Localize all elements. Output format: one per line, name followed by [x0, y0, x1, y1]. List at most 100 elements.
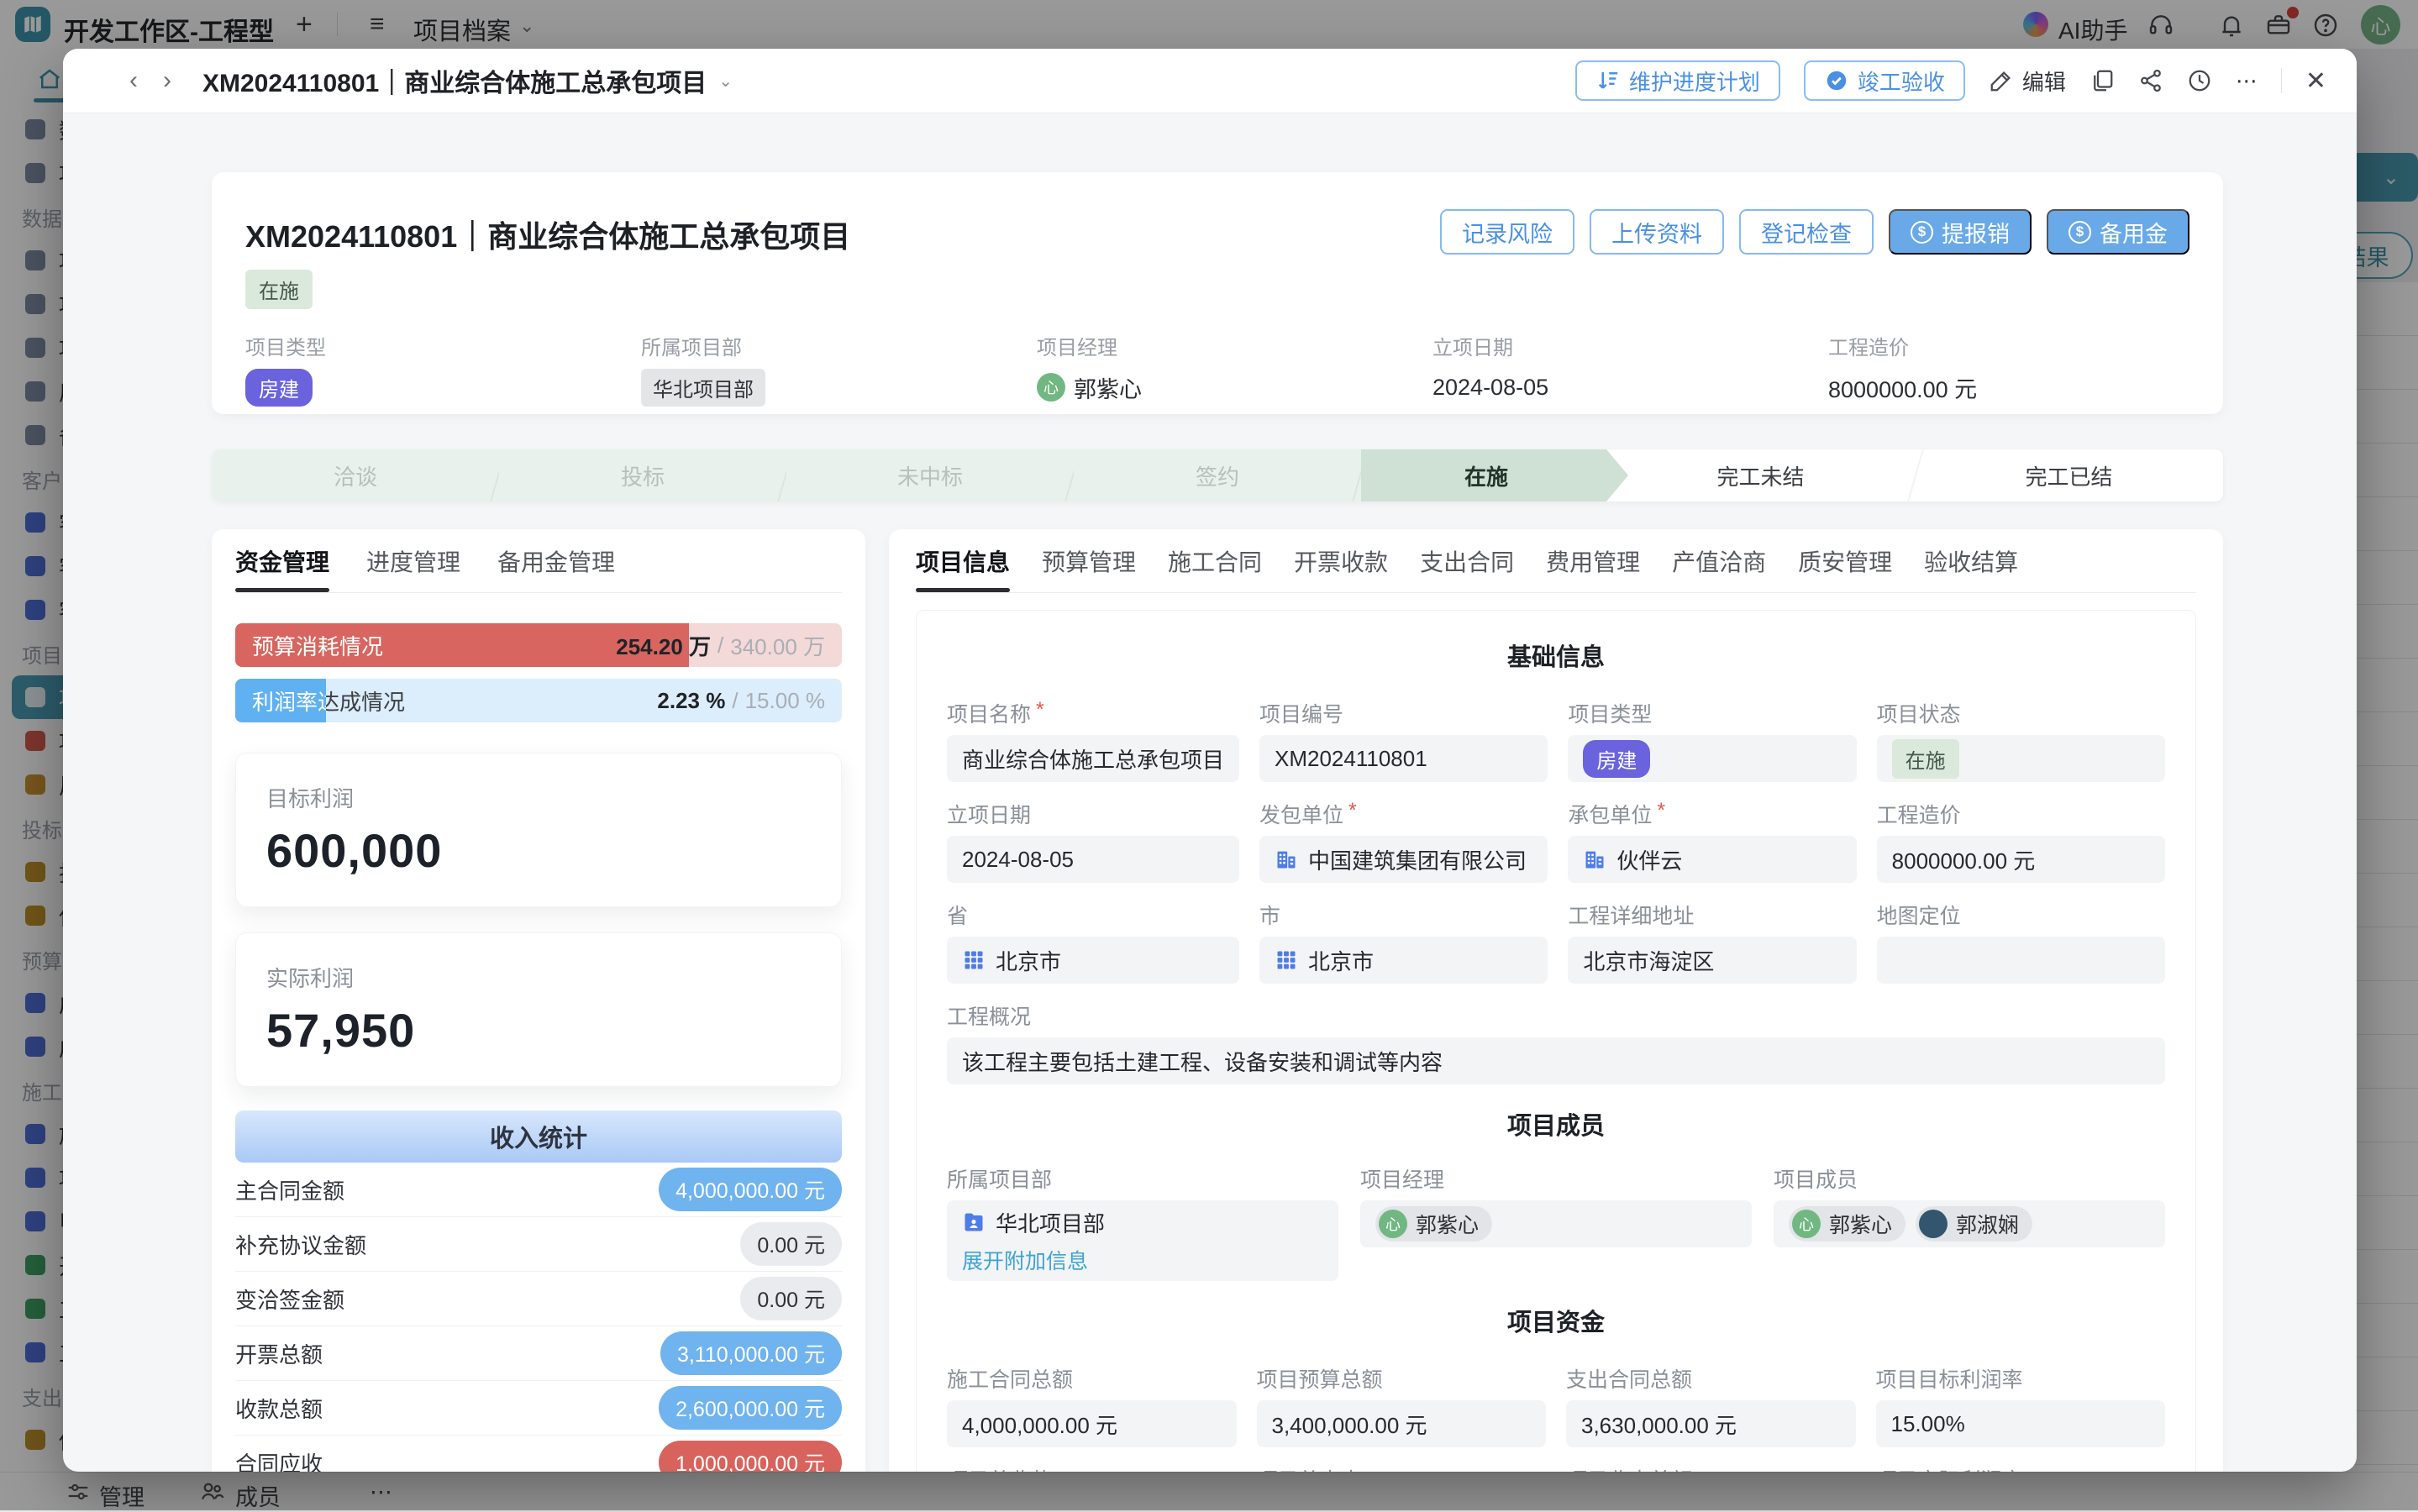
section-basic-info: 基础信息 — [947, 638, 2165, 673]
city-input[interactable]: 北京市 — [1259, 937, 1548, 984]
money-icon: $ — [2068, 221, 2091, 244]
step-done-unsettled[interactable]: 完工未结 — [1606, 449, 1915, 501]
tab-construction-contract[interactable]: 施工合同 — [1168, 529, 1262, 592]
field-overview: 工程概况 该工程主要包括土建工程、设备安装和调试等内容 — [947, 1000, 2165, 1084]
tab-budget[interactable]: 预算管理 — [1042, 529, 1136, 592]
field-manager: 项目经理 心郭紫心 — [1037, 331, 1432, 404]
value-box[interactable]: 15.00% — [1876, 1400, 2166, 1447]
project-name-input[interactable]: 商业综合体施工总承包项目 — [947, 735, 1239, 782]
field-team-members: 项目成员 心郭紫心 郭淑娴 — [1774, 1163, 2165, 1281]
field-department: 所属项目部 华北项目部 — [641, 331, 1037, 404]
title-chevron-down-icon[interactable]: ⌄ — [718, 71, 733, 92]
avatar: 心 — [1037, 373, 1065, 402]
sort-icon — [1595, 68, 1621, 93]
section-members: 项目成员 — [947, 1106, 2165, 1142]
badge-check-icon — [1824, 68, 1849, 93]
project-cost-input[interactable]: 8000000.00 元 — [1877, 836, 2165, 883]
tab-project-info[interactable]: 项目信息 — [916, 529, 1010, 592]
field-target-profit-rate: 项目目标利润率 15.00% — [1876, 1363, 2166, 1447]
field-project-type: 项目类型 房建 — [245, 331, 641, 404]
field-manager: 项目经理 心郭紫心 — [1360, 1163, 1752, 1281]
actual-profit-value: 57,950 — [266, 1003, 811, 1058]
member-chip[interactable]: 心郭紫心 — [1375, 1206, 1492, 1242]
share-icon[interactable] — [2138, 68, 2163, 93]
status-badge: 在施 — [245, 270, 313, 309]
more-actions-button[interactable]: ⋯ — [2236, 68, 2258, 94]
tab-progress[interactable]: 进度管理 — [366, 529, 460, 592]
tab-expense-contract[interactable]: 支出合同 — [1420, 529, 1514, 592]
step-in-construction[interactable]: 在施 — [1361, 449, 1628, 501]
edit-button[interactable]: 编辑 — [1989, 66, 2066, 97]
back-button[interactable]: ‹ — [117, 66, 150, 95]
folder-user-icon — [962, 1210, 986, 1234]
tab-quality-safety[interactable]: 质安管理 — [1798, 529, 1892, 592]
project-detail-modal: ‹ › XM2024110801｜商业综合体施工总承包项目 ⌄ 维护进度计划 竣… — [63, 49, 2357, 1472]
field-department: 所属项目部 华北项目部 展开附加信息 — [947, 1163, 1338, 1281]
summary-actions: 记录风险 上传资料 登记检查 $ 提报销 $ 备用金 — [1440, 209, 2189, 255]
overview-input[interactable]: 该工程主要包括土建工程、设备安装和调试等内容 — [947, 1037, 2165, 1084]
province-input[interactable]: 北京市 — [947, 937, 1239, 984]
avatar: 心 — [1792, 1210, 1821, 1238]
field-project-type: 项目类型 房建 — [1568, 698, 1856, 782]
tab-acceptance-settlement[interactable]: 验收结算 — [1924, 529, 2018, 592]
avatar — [1919, 1210, 1948, 1238]
budget-consumption-bar: 预算消耗情况 预算消耗情况 254.20 万/340.00 万 — [235, 623, 842, 667]
submit-expense-button[interactable]: $ 提报销 — [1889, 209, 2032, 255]
record-risk-button[interactable]: 记录风险 — [1440, 209, 1574, 255]
step-not-won[interactable]: 未中标 — [786, 449, 1074, 501]
maintain-schedule-button[interactable]: 维护进度计划 — [1575, 60, 1780, 101]
value-box[interactable]: 3,630,000.00 元 — [1566, 1400, 1856, 1447]
history-clock-icon[interactable] — [2187, 68, 2212, 93]
forward-button[interactable]: › — [150, 66, 184, 95]
income-row: 合同应收1,000,000.00 元 — [235, 1436, 842, 1472]
amount-pill: 0.00 元 — [740, 1277, 842, 1320]
modal-title: XM2024110801｜商业综合体施工总承包项目 — [202, 62, 707, 99]
modal-header: ‹ › XM2024110801｜商业综合体施工总承包项目 ⌄ 维护进度计划 竣… — [63, 49, 2357, 113]
income-stats-header: 收入统计 — [235, 1110, 842, 1163]
info-tabs: 项目信息 预算管理 施工合同 开票收款 支出合同 费用管理 产值洽商 质安管理 … — [916, 529, 2196, 593]
completion-acceptance-button[interactable]: 竣工验收 — [1804, 60, 1965, 101]
field-expense-contract-total: 支出合同总额 3,630,000.00 元 — [1566, 1363, 1856, 1447]
project-type-input[interactable]: 房建 — [1568, 735, 1856, 782]
project-info-panel: 项目信息 预算管理 施工合同 开票收款 支出合同 费用管理 产值洽商 质安管理 … — [889, 529, 2223, 1472]
member-chip[interactable]: 心郭紫心 — [1789, 1206, 1905, 1242]
tab-funds[interactable]: 资金管理 — [235, 529, 329, 592]
manager-input[interactable]: 心郭紫心 — [1360, 1200, 1752, 1247]
owner-unit-input[interactable]: 中国建筑集团有限公司 — [1259, 836, 1548, 883]
contractor-unit-input[interactable]: 伙伴云 — [1568, 836, 1856, 883]
map-location-input[interactable] — [1877, 937, 2165, 984]
building-icon — [1583, 848, 1606, 871]
value-box[interactable]: 4,000,000.00 元 — [947, 1400, 1237, 1447]
step-bidding[interactable]: 投标 — [499, 449, 786, 501]
tab-output-negotiation[interactable]: 产值洽商 — [1672, 529, 1766, 592]
team-members-input[interactable]: 心郭紫心 郭淑娴 — [1774, 1200, 2165, 1247]
close-button[interactable]: ✕ — [2305, 66, 2326, 96]
field-contract-total: 施工合同总额 4,000,000.00 元 — [947, 1363, 1237, 1447]
value-box[interactable]: 3,400,000.00 元 — [1257, 1400, 1547, 1447]
step-done-settled[interactable]: 完工已结 — [1915, 449, 2223, 501]
start-date-input[interactable]: 2024-08-05 — [947, 836, 1239, 883]
tab-reserve[interactable]: 备用金管理 — [497, 529, 615, 592]
pencil-icon — [1989, 68, 2014, 93]
step-signed[interactable]: 签约 — [1074, 449, 1361, 501]
income-row: 补充协议金额0.00 元 — [235, 1217, 842, 1272]
tab-fees[interactable]: 费用管理 — [1546, 529, 1640, 592]
register-inspection-button[interactable]: 登记检查 — [1739, 209, 1874, 255]
field-owner-unit: 发包单位* 中国建筑集团有限公司 — [1259, 799, 1548, 883]
tab-invoicing[interactable]: 开票收款 — [1294, 529, 1388, 592]
target-profit-card: 目标利润 600,000 — [235, 753, 842, 907]
project-code-input[interactable]: XM2024110801 — [1259, 735, 1548, 782]
department-input[interactable]: 华北项目部 展开附加信息 — [947, 1200, 1338, 1281]
income-row: 开票总额3,110,000.00 元 — [235, 1326, 842, 1381]
step-negotiation[interactable]: 洽谈 — [212, 449, 499, 501]
upload-docs-button[interactable]: 上传资料 — [1590, 209, 1724, 255]
reserve-fund-button[interactable]: $ 备用金 — [2047, 209, 2189, 255]
project-status-input[interactable]: 在施 — [1877, 735, 2165, 782]
member-chip[interactable]: 郭淑娴 — [1916, 1206, 2032, 1242]
copy-icon[interactable] — [2089, 68, 2115, 93]
income-row: 主合同金额4,000,000.00 元 — [235, 1163, 842, 1217]
address-input[interactable]: 北京市海淀区 — [1568, 937, 1856, 984]
expand-extra-info-link[interactable]: 展开附加信息 — [962, 1245, 1088, 1275]
field-project-code: 项目编号 XM2024110801 — [1259, 698, 1548, 782]
amount-pill: 0.00 元 — [740, 1222, 842, 1266]
